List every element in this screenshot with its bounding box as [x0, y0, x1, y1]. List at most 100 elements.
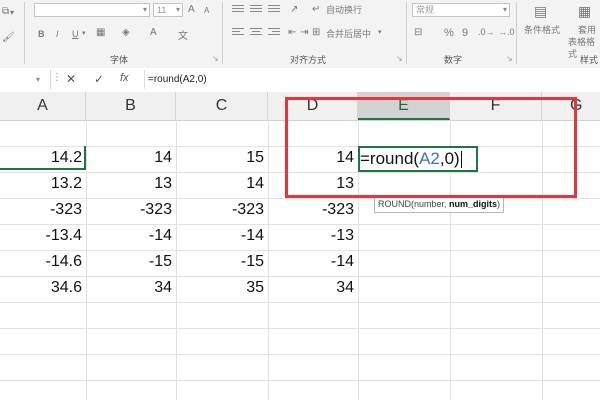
chevron-down-icon[interactable]: ▾	[82, 29, 86, 37]
underline-button[interactable]: U	[72, 28, 79, 40]
cell-b6[interactable]: -15	[86, 250, 176, 274]
column-header-d[interactable]: D	[268, 92, 358, 120]
column-header-f[interactable]: F	[450, 92, 542, 120]
number-group-label: 数字	[444, 55, 463, 65]
align-middle-icon[interactable]	[250, 5, 262, 15]
align-bottom-icon[interactable]	[268, 5, 280, 15]
cell-d2[interactable]: 14	[268, 146, 358, 170]
decrease-decimal-icon[interactable]: →.0	[498, 27, 515, 37]
column-header-a[interactable]: A	[0, 92, 86, 120]
wrap-text-icon[interactable]: ↵	[312, 4, 320, 15]
font-color-icon[interactable]: A	[150, 27, 157, 38]
cell-d3[interactable]: 13	[268, 172, 358, 196]
increase-decimal-icon[interactable]: .0→	[478, 27, 495, 37]
cell-b2[interactable]: 14	[86, 146, 176, 170]
cell-c2[interactable]: 15	[176, 146, 268, 170]
font-group-label: 字体	[110, 55, 129, 65]
cell-e2-formula[interactable]: =round(A2,0)	[360, 146, 462, 172]
cell-a2[interactable]: 14.2	[0, 146, 86, 170]
dialog-launcher-icon[interactable]: ↘	[506, 54, 513, 63]
formula-input[interactable]: =round(A2,0)	[144, 70, 600, 89]
cell-c3[interactable]: 14	[176, 172, 268, 196]
number-format-dropdown[interactable]: 常规 ▾	[412, 3, 510, 17]
column-header-c[interactable]: C	[176, 92, 268, 120]
chevron-down-icon[interactable]: ▾	[36, 75, 40, 84]
cell-b5[interactable]: -14	[86, 224, 176, 248]
cell-c7[interactable]: 35	[176, 276, 268, 300]
cancel-icon[interactable]: ✕	[66, 72, 76, 86]
conditional-format-button[interactable]: 条件格式	[524, 24, 560, 36]
function-tooltip[interactable]: ROUND(number, num_digits)	[374, 196, 505, 213]
format-painter-icon[interactable]: 🖌	[2, 32, 15, 43]
grid-line	[0, 354, 600, 355]
text-cursor	[460, 151, 462, 169]
cell-a7[interactable]: 34.6	[0, 276, 86, 300]
enter-icon[interactable]: ✓	[94, 72, 104, 86]
cell-d6[interactable]: -14	[268, 250, 358, 274]
cell-c5[interactable]: -14	[176, 224, 268, 248]
align-left-icon[interactable]	[232, 28, 244, 38]
cell-d5[interactable]: -13	[268, 224, 358, 248]
grid-line	[542, 120, 543, 400]
cell-c6[interactable]: -15	[176, 250, 268, 274]
column-header-e[interactable]: E	[358, 92, 450, 120]
dialog-launcher-icon[interactable]: ↘	[396, 54, 403, 63]
cell-a4[interactable]: -323	[0, 198, 86, 222]
merge-center-icon[interactable]: ⊞	[312, 27, 320, 38]
phonetic-icon[interactable]: 文	[178, 27, 188, 42]
insert-function-icon[interactable]: fx	[120, 72, 129, 84]
decrease-indent-icon[interactable]: ⇤	[288, 27, 296, 38]
comma-style-button[interactable]: 9	[462, 27, 468, 39]
chevron-down-icon[interactable]: ▾	[378, 28, 382, 36]
cell-b4[interactable]: -323	[86, 198, 176, 222]
cell-c4[interactable]: -323	[176, 198, 268, 222]
wrap-text-button[interactable]: 自动换行	[326, 4, 362, 16]
more-icon[interactable]: ⋮	[52, 72, 62, 83]
font-size-dropdown[interactable]: 11 ▾	[153, 3, 183, 17]
column-header-g[interactable]: G	[542, 92, 600, 120]
font-name-dropdown[interactable]: ▾	[34, 3, 150, 17]
shrink-font-button[interactable]: A	[204, 5, 209, 17]
cell-d7[interactable]: 34	[268, 276, 358, 300]
number-format-value: 常规	[416, 5, 435, 15]
grid-line	[0, 328, 600, 329]
chevron-down-icon[interactable]: ▾	[10, 8, 14, 17]
increase-indent-icon[interactable]: ⇥	[300, 27, 308, 38]
align-right-icon[interactable]	[268, 28, 280, 38]
bold-button[interactable]: B	[38, 28, 45, 40]
column-header-b[interactable]: B	[86, 92, 176, 120]
cell-a5[interactable]: -13.4	[0, 224, 86, 248]
formula-cell-reference: A2	[419, 149, 440, 168]
border-icon[interactable]: ▦	[96, 27, 105, 38]
table-format-icon[interactable]: ▦	[578, 3, 591, 20]
dialog-launcher-icon[interactable]: ↘	[212, 54, 219, 63]
grow-font-button[interactable]: A	[188, 4, 195, 16]
cell-b3[interactable]: 13	[86, 172, 176, 196]
name-box[interactable]: ▾	[0, 70, 51, 89]
align-top-icon[interactable]	[232, 5, 244, 15]
italic-button[interactable]: I	[56, 28, 59, 40]
fill-color-icon[interactable]: ◈	[122, 27, 130, 38]
currency-icon[interactable]: ⊟	[414, 27, 422, 38]
formula-prefix: =round(	[360, 149, 420, 168]
copy-icon[interactable]: ⧉	[2, 6, 9, 17]
percent-button[interactable]: %	[444, 27, 454, 39]
table-format-button[interactable]: 套用	[578, 24, 596, 36]
grid-line	[0, 380, 600, 381]
conditional-format-icon[interactable]: ▤	[534, 3, 547, 20]
formula-bar: ▾ ⋮ ✕ ✓ fx =round(A2,0)	[0, 68, 600, 93]
cell-b7[interactable]: 34	[86, 276, 176, 300]
cell-a3[interactable]: 13.2	[0, 172, 86, 196]
orientation-icon[interactable]: ↗	[290, 4, 298, 15]
formula-suffix: ,0)	[439, 149, 460, 168]
chevron-down-icon: ▾	[142, 5, 147, 14]
cell-d4[interactable]: -323	[268, 198, 358, 222]
alignment-group-label: 对齐方式	[290, 55, 327, 65]
align-center-icon[interactable]	[250, 28, 262, 38]
merge-center-button[interactable]: 合并后居中	[326, 28, 371, 40]
font-size-value: 11	[157, 5, 167, 15]
cell-a6[interactable]: -14.6	[0, 250, 86, 274]
styles-group-label: 样式	[580, 55, 599, 65]
ribbon-separator	[222, 2, 223, 64]
ribbon-separator	[24, 2, 25, 64]
